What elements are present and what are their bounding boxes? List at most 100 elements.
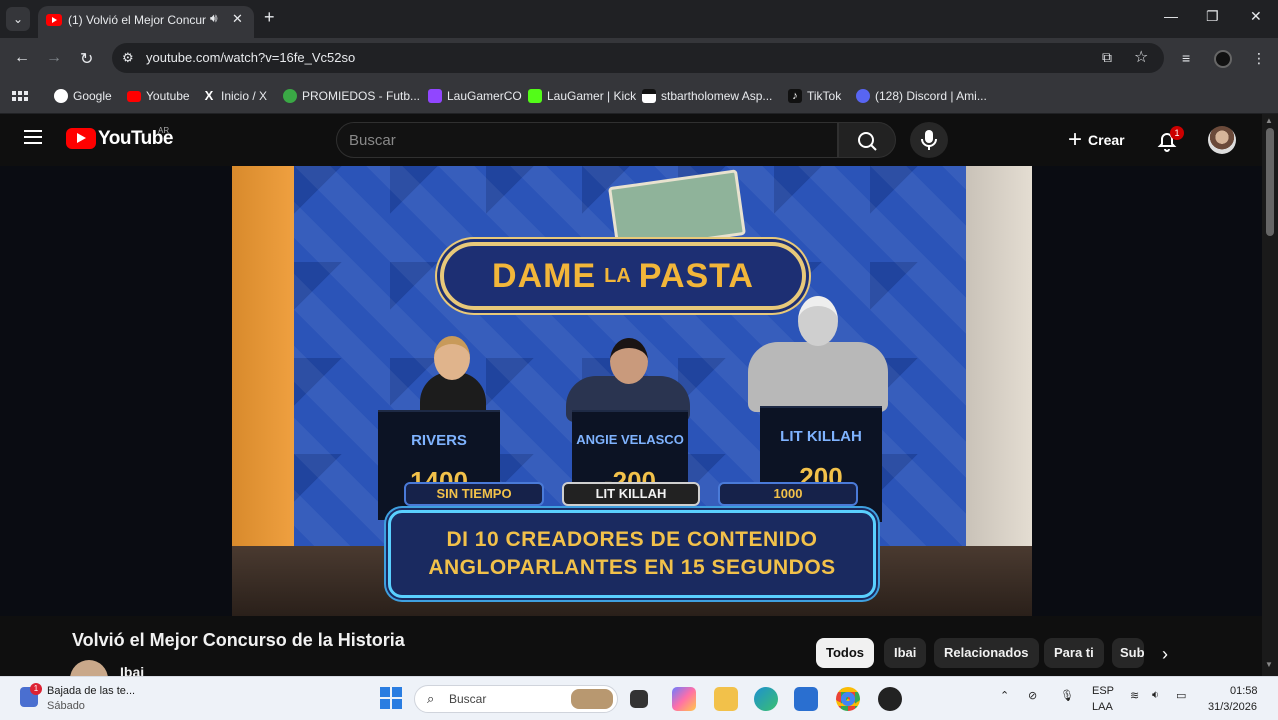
show-logo: DAME LA PASTA — [440, 242, 806, 310]
user-avatar[interactable] — [1208, 126, 1236, 154]
youtube-header: YouTube AR + Crear 1 — [0, 114, 1262, 166]
browser-toolbar: ← → ↻ ⚙ youtube.com/watch?v=16fe_Vc52so … — [0, 38, 1278, 78]
address-bar[interactable]: ⚙ youtube.com/watch?v=16fe_Vc52so ⧉ ☆ — [112, 43, 1164, 73]
input-language-primary[interactable]: ESP — [1092, 685, 1114, 697]
browser-tab-active[interactable]: (1) Volvió el Mejor Concurso 🔊︎ ✕ — [38, 6, 254, 38]
bookmark-tiktok[interactable]: ♪ TikTok — [788, 87, 841, 105]
notification-count-badge: 1 — [1170, 126, 1184, 140]
bookmark-star-icon[interactable]: ☆ — [1134, 47, 1148, 67]
battery-icon[interactable]: ▭ — [1176, 689, 1186, 702]
bookmark-google[interactable]: Google — [54, 87, 112, 105]
page-scrollbar[interactable]: ▲ ▼ — [1262, 114, 1278, 676]
microphone-icon — [921, 130, 937, 150]
tab-title: (1) Volvió el Mejor Concurso — [68, 13, 206, 27]
minimize-button[interactable]: — — [1164, 8, 1178, 24]
chip-sub[interactable]: Sub — [1112, 638, 1144, 668]
voice-search-button[interactable] — [910, 122, 948, 158]
weather-badge: 1 — [30, 683, 42, 695]
install-app-icon[interactable]: ⧉ — [1102, 49, 1112, 66]
plus-icon: + — [1068, 126, 1083, 153]
scroll-down-arrow-icon[interactable]: ▼ — [1265, 660, 1273, 669]
question-card: DI 10 CREADORES DE CONTENIDO ANGLOPARLAN… — [388, 510, 876, 598]
app-icon[interactable] — [878, 687, 902, 711]
url-text[interactable]: youtube.com/watch?v=16fe_Vc52so — [146, 50, 355, 65]
maximize-button[interactable]: ❐ — [1206, 8, 1219, 25]
speaker-icon[interactable]: 🔊︎ — [210, 11, 218, 26]
google-icon — [54, 89, 68, 103]
bookmark-youtube[interactable]: Youtube — [127, 87, 190, 105]
video-player[interactable]: DAME LA PASTA RIVERS 1400 ANGIE VELASCO … — [0, 166, 1262, 616]
forward-arrow-icon[interactable]: → — [46, 49, 62, 67]
chevron-right-icon[interactable]: › — [1162, 644, 1168, 665]
media-controls-icon[interactable]: ≡ — [1182, 50, 1190, 66]
video-title: Volvió el Mejor Concurso de la Historia — [72, 630, 405, 650]
wifi-icon[interactable]: ≋ — [1130, 689, 1139, 702]
clock-time[interactable]: 01:58 — [1230, 685, 1258, 697]
aspx-icon — [642, 89, 656, 103]
reload-icon[interactable]: ↻ — [80, 49, 93, 69]
video-info-section: Volvió el Mejor Concurso de la Historia … — [0, 616, 1262, 698]
x-icon: X — [204, 88, 214, 103]
chrome-icon[interactable] — [836, 687, 860, 711]
chip-relacionados[interactable]: Relacionados — [934, 638, 1039, 668]
microphone-tray-icon[interactable]: 🎙︎ — [1060, 689, 1074, 702]
weather-subtitle: Sábado — [47, 700, 85, 712]
chip-ibai[interactable]: Ibai — [884, 638, 927, 668]
search-icon: ⌕ — [427, 691, 435, 706]
apps-grid-icon[interactable] — [12, 87, 28, 105]
chip-todos[interactable]: Todos — [816, 638, 875, 668]
bookmark-discord[interactable]: (128) Discord | Ami... — [856, 87, 987, 105]
weather-title[interactable]: Bajada de las te... — [47, 685, 135, 697]
profile-extension-icon[interactable] — [1214, 50, 1232, 68]
chip-para-ti[interactable]: Para ti — [1044, 638, 1104, 668]
back-arrow-icon[interactable]: ← — [14, 49, 30, 67]
clock-date[interactable]: 31/3/2026 — [1208, 701, 1257, 713]
overlay-pill-current-player: LIT KILLAH — [562, 482, 700, 506]
tab-search-chevron-icon[interactable]: ⌄ — [6, 7, 30, 31]
volume-icon[interactable]: 🔉︎ — [1152, 689, 1159, 702]
tiktok-icon: ♪ — [788, 89, 802, 103]
bookmarks-bar: Google Youtube X Inicio / X PROMIEDOS - … — [0, 78, 1278, 114]
bookmark-promiedos[interactable]: PROMIEDOS - Futb... — [283, 87, 420, 105]
browser-menu-icon[interactable]: ⋮ — [1252, 50, 1266, 67]
bookmark-stbartholomew[interactable]: stbartholomew Asp... — [642, 87, 772, 105]
windows-taskbar: 1 Bajada de las te... Sábado ⌕ Buscar ⌃ … — [0, 676, 1278, 720]
tray-overflow-chevron-icon[interactable]: ⌃ — [1000, 689, 1009, 702]
browser-tab-strip: ⌄ (1) Volvió el Mejor Concurso 🔊︎ ✕ + — … — [0, 0, 1278, 38]
hamburger-menu-icon[interactable] — [24, 130, 42, 144]
country-code: AR — [158, 126, 170, 135]
scroll-thumb[interactable] — [1266, 128, 1274, 236]
twitch-icon — [428, 89, 442, 103]
edge-icon[interactable] — [754, 687, 778, 711]
site-info-icon[interactable]: ⚙ — [122, 50, 134, 66]
search-icon — [858, 132, 877, 151]
bookmark-kick[interactable]: LauGamer | Kick — [528, 87, 636, 105]
copilot-icon[interactable] — [672, 687, 696, 711]
tab-close-icon[interactable]: ✕ — [232, 11, 243, 27]
search-box — [336, 122, 838, 158]
new-tab-button[interactable]: + — [264, 8, 275, 26]
promiedos-icon — [283, 89, 297, 103]
tray-app-icon[interactable]: ⊘ — [1028, 689, 1037, 702]
studio-wall-left — [232, 166, 294, 546]
close-window-button[interactable]: ✕ — [1250, 8, 1262, 25]
search-button[interactable] — [838, 122, 896, 158]
task-view-icon[interactable] — [630, 690, 648, 708]
overlay-pill-value: 1000 — [718, 482, 858, 506]
kick-icon — [528, 89, 542, 103]
studio-wall-right — [966, 166, 1032, 546]
scroll-up-arrow-icon[interactable]: ▲ — [1265, 116, 1273, 125]
windows-start-icon[interactable] — [380, 687, 402, 709]
discord-icon — [856, 89, 870, 103]
search-input[interactable] — [349, 123, 819, 157]
input-language-secondary[interactable]: LAA — [1092, 701, 1113, 713]
search-highlight-image — [571, 689, 613, 709]
youtube-logo-icon[interactable] — [66, 128, 96, 149]
bookmark-x[interactable]: X Inicio / X — [202, 87, 267, 105]
microsoft-store-icon[interactable] — [794, 687, 818, 711]
create-button[interactable]: + Crear — [1058, 122, 1138, 158]
bookmark-laugamerco[interactable]: LauGamerCO — [428, 87, 522, 105]
file-explorer-icon[interactable] — [714, 687, 738, 711]
youtube-favicon-icon — [46, 14, 62, 26]
taskbar-search[interactable]: ⌕ Buscar — [414, 685, 618, 713]
